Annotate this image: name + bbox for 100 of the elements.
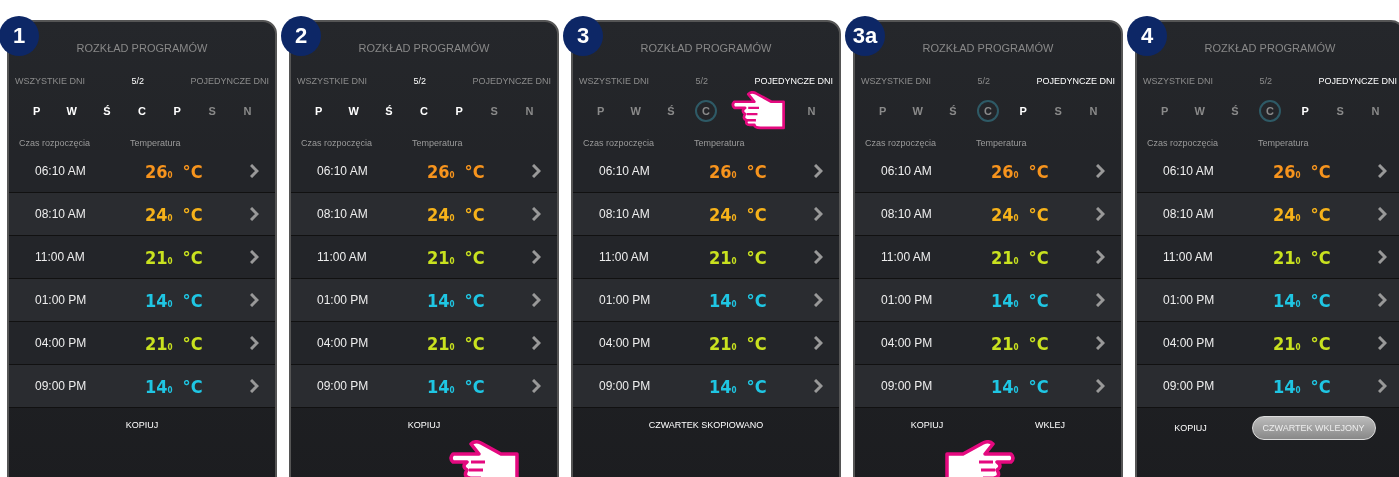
- day-toggle[interactable]: C: [131, 100, 153, 122]
- day-toggle[interactable]: Ś: [1223, 100, 1246, 122]
- schedule-row[interactable]: 09:00 PM 140 °C: [573, 365, 839, 408]
- action-button[interactable]: KOPIUJ: [900, 416, 954, 434]
- schedule-row[interactable]: 04:00 PM 210 °C: [573, 322, 839, 365]
- day-toggle[interactable]: S: [201, 100, 224, 122]
- day-toggle[interactable]: P: [1294, 100, 1317, 122]
- mode-tab[interactable]: POJEDYNCZE DNI: [1036, 76, 1115, 86]
- schedule-row[interactable]: 04:00 PM 210 °C: [1137, 322, 1399, 365]
- schedule-row[interactable]: 09:00 PM 140 °C: [9, 365, 275, 408]
- schedule-row[interactable]: 08:10 AM 240 °C: [9, 193, 275, 236]
- day-toggle[interactable]: C: [1259, 100, 1281, 122]
- schedule-row[interactable]: 11:00 AM 210 °C: [1137, 236, 1399, 279]
- schedule-row[interactable]: 08:10 AM 240 °C: [855, 193, 1121, 236]
- day-toggle[interactable]: C: [413, 100, 435, 122]
- mode-tab[interactable]: 5/2: [1259, 76, 1272, 86]
- day-toggle[interactable]: N: [800, 100, 823, 122]
- day-toggle[interactable]: P: [1012, 100, 1035, 122]
- start-time: 01:00 PM: [317, 293, 370, 307]
- schedule-row[interactable]: 01:00 PM 140 °C: [1137, 279, 1399, 322]
- schedule-row[interactable]: 08:10 AM 240 °C: [573, 193, 839, 236]
- chevron-right-icon: [1378, 250, 1387, 264]
- day-toggle[interactable]: P: [589, 100, 612, 122]
- schedule-row[interactable]: 08:10 AM 240 °C: [1137, 193, 1399, 236]
- mode-tab[interactable]: POJEDYNCZE DNI: [754, 76, 833, 86]
- day-toggle[interactable]: W: [60, 100, 83, 122]
- temperature: 240 °C: [709, 203, 768, 225]
- schedule-row[interactable]: 08:10 AM 240 °C: [291, 193, 557, 236]
- chevron-right-icon: [532, 207, 541, 221]
- day-toggle[interactable]: P: [448, 100, 471, 122]
- temperature: 260 °C: [427, 160, 486, 182]
- day-toggle[interactable]: W: [342, 100, 365, 122]
- schedule-row[interactable]: 01:00 PM 140 °C: [9, 279, 275, 322]
- mode-tab[interactable]: POJEDYNCZE DNI: [1318, 76, 1397, 86]
- temperature: 210 °C: [427, 332, 486, 354]
- screen-title: ROZKŁAD PROGRAMÓW: [922, 41, 1054, 56]
- schedule-row[interactable]: 11:00 AM 210 °C: [291, 236, 557, 279]
- day-toggle[interactable]: Ś: [95, 100, 118, 122]
- start-time: 06:10 AM: [599, 164, 651, 178]
- day-toggle[interactable]: P: [25, 100, 48, 122]
- mode-tab[interactable]: WSZYSTKIE DNI: [15, 76, 85, 86]
- schedule-row[interactable]: 01:00 PM 140 °C: [573, 279, 839, 322]
- schedule-row[interactable]: 04:00 PM 210 °C: [9, 322, 275, 365]
- mode-tab[interactable]: 5/2: [131, 76, 144, 86]
- temperature: 260 °C: [991, 160, 1050, 182]
- mode-tab[interactable]: WSZYSTKIE DNI: [297, 76, 367, 86]
- mode-tab[interactable]: 5/2: [977, 76, 990, 86]
- day-toggle[interactable]: S: [483, 100, 506, 122]
- chevron-right-icon: [814, 250, 823, 264]
- day-toggle[interactable]: S: [1329, 100, 1352, 122]
- temperature: 240 °C: [145, 203, 204, 225]
- day-toggle[interactable]: P: [307, 100, 330, 122]
- action-button[interactable]: KOPIUJ: [1164, 419, 1217, 437]
- day-toggle[interactable]: C: [695, 100, 717, 122]
- temperature: 210 °C: [1273, 332, 1332, 354]
- day-toggle[interactable]: N: [236, 100, 259, 122]
- schedule-row[interactable]: 09:00 PM 140 °C: [855, 365, 1121, 408]
- schedule-row[interactable]: 09:00 PM 140 °C: [291, 365, 557, 408]
- schedule-row[interactable]: 11:00 AM 210 °C: [855, 236, 1121, 279]
- chevron-right-icon: [250, 250, 259, 264]
- temperature: 260 °C: [709, 160, 768, 182]
- day-toggle[interactable]: W: [624, 100, 647, 122]
- chevron-right-icon: [1096, 250, 1105, 264]
- day-toggle[interactable]: P: [871, 100, 894, 122]
- chevron-right-icon: [1378, 164, 1387, 178]
- schedule-row[interactable]: 11:00 AM 210 °C: [573, 236, 839, 279]
- day-toggle[interactable]: N: [518, 100, 541, 122]
- pointing-hand-icon: [449, 440, 521, 477]
- schedule-row[interactable]: 11:00 AM 210 °C: [9, 236, 275, 279]
- day-toggle[interactable]: W: [1188, 100, 1211, 122]
- chevron-right-icon: [532, 379, 541, 393]
- day-toggle[interactable]: S: [1047, 100, 1070, 122]
- day-toggle[interactable]: Ś: [941, 100, 964, 122]
- mode-tab[interactable]: POJEDYNCZE DNI: [472, 76, 551, 86]
- mode-tab[interactable]: WSZYSTKIE DNI: [579, 76, 649, 86]
- day-toggle[interactable]: P: [1153, 100, 1176, 122]
- action-button[interactable]: WKLEJ: [1025, 416, 1076, 434]
- chevron-right-icon: [1378, 379, 1387, 393]
- mode-tab[interactable]: WSZYSTKIE DNI: [861, 76, 931, 86]
- action-button[interactable]: KOPIUJ: [397, 416, 451, 434]
- day-toggle[interactable]: W: [906, 100, 929, 122]
- schedule-row[interactable]: 04:00 PM 210 °C: [855, 322, 1121, 365]
- day-toggle[interactable]: Ś: [377, 100, 400, 122]
- day-toggle[interactable]: N: [1364, 100, 1387, 122]
- day-toggle[interactable]: C: [977, 100, 999, 122]
- mode-tab[interactable]: WSZYSTKIE DNI: [1143, 76, 1213, 86]
- day-toggle[interactable]: P: [166, 100, 189, 122]
- schedule-row[interactable]: 09:00 PM 140 °C: [1137, 365, 1399, 408]
- schedule-row[interactable]: 01:00 PM 140 °C: [291, 279, 557, 322]
- mode-tab[interactable]: POJEDYNCZE DNI: [190, 76, 269, 86]
- day-toggle[interactable]: Ś: [659, 100, 682, 122]
- schedule-row[interactable]: 04:00 PM 210 °C: [291, 322, 557, 365]
- schedule-row[interactable]: 01:00 PM 140 °C: [855, 279, 1121, 322]
- temperature: 140 °C: [145, 289, 204, 311]
- start-time: 06:10 AM: [317, 164, 369, 178]
- temperature: 260 °C: [145, 160, 204, 182]
- action-button[interactable]: KOPIUJ: [115, 416, 169, 434]
- mode-tab[interactable]: 5/2: [695, 76, 708, 86]
- day-toggle[interactable]: N: [1082, 100, 1105, 122]
- mode-tab[interactable]: 5/2: [413, 76, 426, 86]
